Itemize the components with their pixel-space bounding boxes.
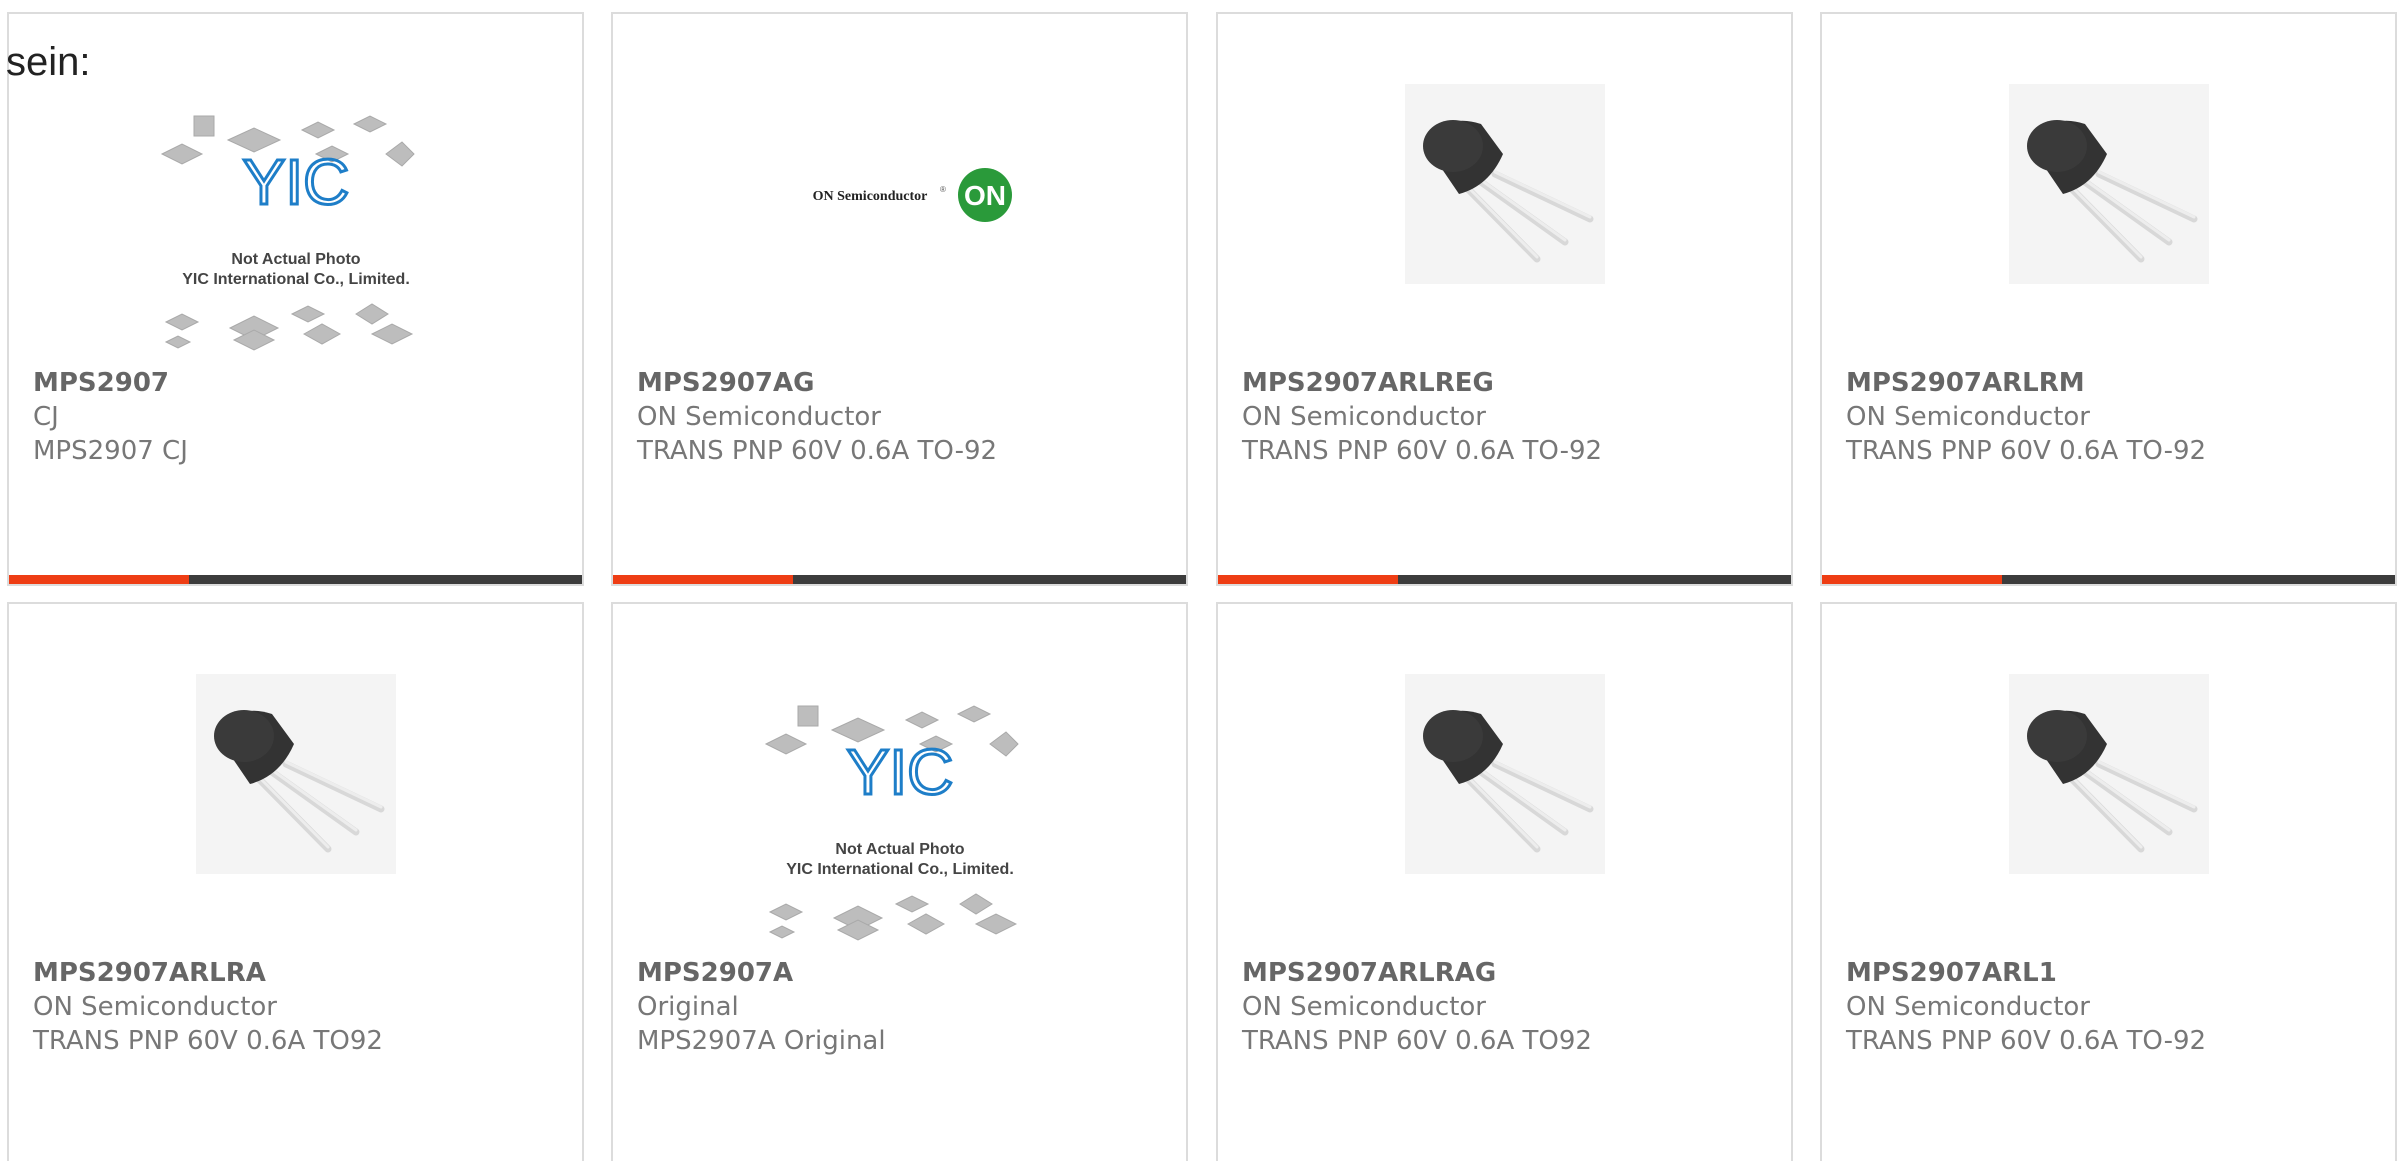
product-meta: MPS2907ARLRM ON Semiconductor TRANS PNP …: [1846, 366, 2206, 468]
card-accent-bar: [1822, 575, 2395, 584]
product-image: [1218, 84, 1791, 304]
product-card[interactable]: MPS2907ARLRAG ON Semiconductor TRANS PNP…: [1216, 602, 1793, 1161]
svg-text:YIC: YIC: [242, 146, 349, 218]
manufacturer: ON Semiconductor: [1242, 992, 1486, 1022]
product-card[interactable]: YIC Not Actual Photo YIC International C…: [611, 602, 1188, 1161]
product-card[interactable]: MPS2907ARL1 ON Semiconductor TRANS PNP 6…: [1820, 602, 2397, 1161]
description: TRANS PNP 60V 0.6A TO-92: [1242, 436, 1603, 466]
description: TRANS PNP 60V 0.6A TO92: [1242, 1026, 1592, 1056]
description: TRANS PNP 60V 0.6A TO92: [33, 1026, 383, 1056]
transistor-image: [195, 674, 396, 874]
part-number[interactable]: MPS2907ARLREG: [1242, 366, 1602, 400]
manufacturer: Original: [637, 992, 739, 1022]
product-image: [1822, 674, 2395, 894]
svg-text:YIC International Co., Limited: YIC International Co., Limited.: [786, 861, 1014, 878]
svg-text:YIC: YIC: [846, 736, 953, 808]
yic-placeholder-image: YIC Not Actual Photo YIC International C…: [160, 115, 415, 351]
svg-text:YIC International Co., Limited: YIC International Co., Limited.: [182, 271, 410, 288]
manufacturer: ON Semiconductor: [1242, 402, 1486, 432]
part-number[interactable]: MPS2907AG: [637, 366, 997, 400]
part-number[interactable]: MPS2907ARLRM: [1846, 366, 2206, 400]
card-accent-bar: [1218, 575, 1791, 584]
description: TRANS PNP 60V 0.6A TO-92: [637, 436, 998, 466]
product-image: [1218, 674, 1791, 894]
svg-text:Not Actual Photo: Not Actual Photo: [231, 251, 360, 268]
product-meta: MPS2907ARLRAG ON Semiconductor TRANS PNP…: [1242, 956, 1592, 1058]
description: TRANS PNP 60V 0.6A TO-92: [1846, 1026, 2207, 1056]
product-image: [1822, 84, 2395, 304]
card-accent-bar: [9, 575, 582, 584]
part-number[interactable]: MPS2907ARL1: [1846, 956, 2206, 990]
transistor-image: [1404, 84, 1605, 284]
product-card[interactable]: YIC Not Actual Photo YIC International C…: [7, 12, 584, 586]
product-meta: MPS2907AG ON Semiconductor TRANS PNP 60V…: [637, 366, 997, 468]
svg-text:ON Semiconductor: ON Semiconductor: [812, 189, 927, 204]
description: MPS2907 CJ: [33, 436, 188, 466]
transistor-image: [1404, 674, 1605, 874]
product-meta: MPS2907ARL1 ON Semiconductor TRANS PNP 6…: [1846, 956, 2206, 1058]
transistor-image: [2008, 674, 2209, 874]
manufacturer: ON Semiconductor: [1846, 992, 2090, 1022]
product-card[interactable]: MPS2907ARLRA ON Semiconductor TRANS PNP …: [7, 602, 584, 1161]
part-number[interactable]: MPS2907ARLRA: [33, 956, 383, 990]
svg-text:®: ®: [940, 185, 946, 194]
product-card[interactable]: MPS2907ARLRM ON Semiconductor TRANS PNP …: [1820, 12, 2397, 586]
part-number[interactable]: MPS2907A: [637, 956, 886, 990]
card-accent-bar-fill: [1218, 575, 1399, 584]
product-meta: MPS2907ARLRA ON Semiconductor TRANS PNP …: [33, 956, 383, 1058]
product-card[interactable]: ON Semiconductor ® ON MPS2907AG ON Semic…: [611, 12, 1188, 586]
card-accent-bar-fill: [1822, 575, 2003, 584]
product-card[interactable]: MPS2907ARLREG ON Semiconductor TRANS PNP…: [1216, 12, 1793, 586]
part-number[interactable]: MPS2907ARLRAG: [1242, 956, 1592, 990]
manufacturer: ON Semiconductor: [33, 992, 277, 1022]
svg-text:ON: ON: [964, 180, 1006, 211]
product-image: YIC Not Actual Photo YIC International C…: [613, 692, 1186, 942]
description: TRANS PNP 60V 0.6A TO-92: [1846, 436, 2207, 466]
product-meta: MPS2907ARLREG ON Semiconductor TRANS PNP…: [1242, 366, 1602, 468]
card-accent-bar-fill: [613, 575, 794, 584]
product-image: YIC Not Actual Photo YIC International C…: [9, 102, 582, 352]
on-semiconductor-logo: ON Semiconductor ® ON: [812, 168, 1012, 222]
description: MPS2907A Original: [637, 1026, 886, 1056]
product-meta: MPS2907A Original MPS2907A Original: [637, 956, 886, 1058]
manufacturer: ON Semiconductor: [637, 402, 881, 432]
yic-placeholder-image: YIC Not Actual Photo YIC International C…: [764, 705, 1019, 941]
manufacturer: ON Semiconductor: [1846, 402, 2090, 432]
svg-text:Not Actual Photo: Not Actual Photo: [835, 841, 964, 858]
card-accent-bar: [613, 575, 1186, 584]
card-accent-bar-fill: [9, 575, 190, 584]
product-image: ON Semiconductor ® ON: [613, 154, 1186, 234]
part-number[interactable]: MPS2907: [33, 366, 188, 400]
product-image: [9, 674, 582, 894]
page-intro-text: sein:: [6, 40, 91, 84]
manufacturer: CJ: [33, 402, 59, 432]
product-meta: MPS2907 CJ MPS2907 CJ: [33, 366, 188, 468]
transistor-image: [2008, 84, 2209, 284]
